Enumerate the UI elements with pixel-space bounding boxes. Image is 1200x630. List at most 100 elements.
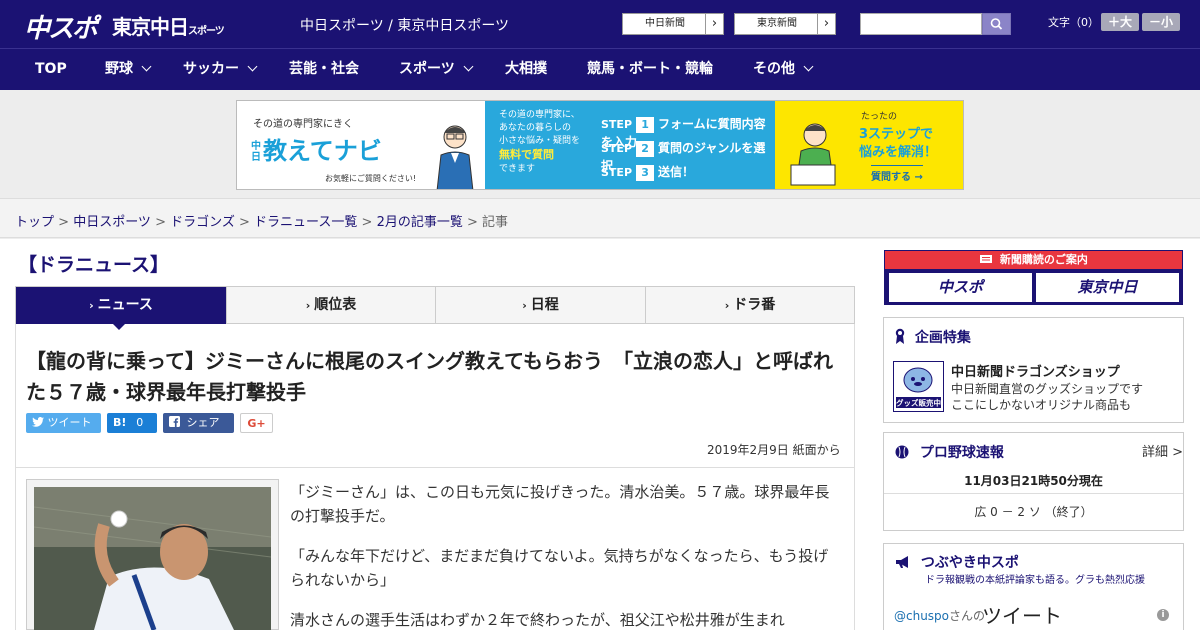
consultant-illustration bbox=[436, 125, 474, 189]
font-size-label: 文字（0） bbox=[1048, 16, 1099, 29]
divider bbox=[884, 493, 1183, 494]
nav-label: TOP bbox=[35, 61, 67, 77]
banner-note: お気軽にご質問ください! bbox=[325, 174, 417, 183]
nav-item-other[interactable]: その他 bbox=[753, 49, 814, 91]
twitter-handle[interactable]: @chuspoさんの bbox=[894, 607, 985, 624]
subscription-header-label: 新聞購読のご案内 bbox=[999, 253, 1088, 266]
banner-desc-line: 小さな悩み・疑問を bbox=[499, 136, 581, 146]
logo-sub-text: 東京中日 bbox=[112, 15, 189, 39]
nav-item-entertainment[interactable]: 芸能・社会 bbox=[289, 49, 359, 91]
nav-item-soccer[interactable]: サッカー bbox=[183, 49, 258, 91]
nav-label: スポーツ bbox=[399, 61, 455, 77]
tab-label: ドラ番 bbox=[733, 297, 776, 313]
google-plus-button[interactable]: G+ bbox=[240, 413, 273, 433]
google-plus-icon: G+ bbox=[247, 417, 266, 430]
tweets-subtitle: ドラ報観戦の本紙評論家も語る。グラも熱烈応援 bbox=[925, 575, 1145, 586]
breadcrumb-bar: トップ > 中日スポーツ > ドラゴンズ > ドラニュース一覧 > 2月の記事一… bbox=[0, 198, 1200, 238]
chevron-right-icon: › bbox=[817, 14, 835, 34]
tab-schedule[interactable]: › 日程 bbox=[436, 287, 646, 324]
ext-link-label: 中日新聞 bbox=[645, 18, 685, 29]
facebook-share-label: シェア bbox=[186, 416, 220, 429]
banner-cta[interactable]: 質問する → bbox=[871, 165, 923, 183]
twitter-icon bbox=[32, 417, 44, 427]
goods-desc-line: 中日新聞直営のグッズショップです bbox=[951, 382, 1144, 396]
logo-tokyo-chunichi[interactable]: 東京中日スポーツ bbox=[112, 11, 225, 40]
baseball-scores-title-label: プロ野球速報 bbox=[919, 445, 1004, 461]
step-number: 3 bbox=[636, 165, 655, 181]
breadcrumb-link-dranews[interactable]: ドラニュース一覧 bbox=[254, 215, 357, 230]
nav-item-sports[interactable]: スポーツ bbox=[399, 49, 474, 91]
nav-label: サッカー bbox=[183, 61, 239, 77]
chunichi-shimbun-link[interactable]: 中日新聞 › bbox=[622, 13, 724, 35]
site-name: 中日スポーツ / 東京中日スポーツ bbox=[300, 18, 510, 34]
info-icon[interactable]: i bbox=[1157, 609, 1169, 621]
baseball-icon bbox=[895, 445, 909, 459]
score-timestamp: 11月03日21時50分現在 bbox=[964, 474, 1103, 488]
breadcrumb-link-chuspo[interactable]: 中日スポーツ bbox=[73, 215, 151, 230]
dragons-shop-thumbnail[interactable]: グッズ販売中 bbox=[893, 361, 944, 412]
article-headline: 【龍の背に乗って】ジミーさんに根尾のスイング教えてもらおう 「立浪の恋人」と呼ば… bbox=[26, 349, 833, 404]
dragons-tabs: › ニュース › 順位表 › 日程 › ドラ番 bbox=[15, 286, 855, 324]
nav-item-baseball[interactable]: 野球 bbox=[105, 49, 152, 91]
breadcrumb-separator: > bbox=[234, 215, 255, 230]
newspaper-icon bbox=[980, 255, 993, 263]
banner-tagline: その道の専門家にきく bbox=[253, 119, 353, 130]
search-icon bbox=[990, 18, 1003, 30]
tweets-title: つぶやき中スポ bbox=[895, 552, 1019, 572]
ribbon-icon bbox=[895, 328, 905, 344]
active-tab-pointer bbox=[112, 323, 126, 330]
banner-right-line: 悩みを解消！ bbox=[859, 145, 938, 160]
chevron-down-icon bbox=[247, 61, 258, 72]
baseball-details-link[interactable]: 詳細 > bbox=[1142, 441, 1183, 460]
chevron-right-icon: › bbox=[705, 14, 723, 34]
feature-title-label: 企画特集 bbox=[914, 330, 971, 346]
banner-desc-line: その道の専門家に、 bbox=[499, 110, 580, 120]
font-smaller-button[interactable]: －小 bbox=[1142, 13, 1180, 31]
article-photo bbox=[34, 487, 271, 630]
section-title: 【ドラニュース】 bbox=[18, 254, 170, 276]
feature-title: 企画特集 bbox=[895, 327, 971, 347]
nav-label: 芸能・社会 bbox=[289, 61, 359, 77]
tab-reporter[interactable]: › ドラ番 bbox=[646, 287, 854, 324]
tab-standings[interactable]: › 順位表 bbox=[227, 287, 436, 324]
banner-left: その道の専門家にきく 中日教えてナビ お気軽にご質問ください! bbox=[237, 101, 485, 189]
breadcrumb-separator: > bbox=[150, 215, 171, 230]
tweet-button[interactable]: ツイート bbox=[26, 413, 101, 433]
breadcrumb-link-top[interactable]: トップ bbox=[15, 215, 54, 230]
dragons-shop-title[interactable]: 中日新聞ドラゴンズショップ bbox=[951, 361, 1120, 380]
banner-middle: その道の専門家に、 あなたの暮らしの 小さな悩み・疑問を 無料で質問 できます … bbox=[485, 101, 775, 189]
facebook-share-count: 9 bbox=[172, 436, 179, 449]
step-label: STEP bbox=[601, 142, 633, 155]
hatena-bookmark-button[interactable]: B! 0 bbox=[107, 413, 157, 433]
banner-brand-text: 教えてナビ bbox=[263, 137, 382, 165]
nav-item-sumo[interactable]: 大相撲 bbox=[505, 49, 547, 91]
ext-link-label: 東京新聞 bbox=[757, 18, 797, 29]
article-paragraph: 清水さんの選手生活はわずか２年で終わったが、祖父江や松井雅が生まれ bbox=[290, 611, 785, 629]
score-result[interactable]: 広 0 － 2 ソ （終了） bbox=[884, 503, 1183, 520]
chevron-down-icon bbox=[803, 61, 814, 72]
tokyo-shimbun-link[interactable]: 東京新聞 › bbox=[734, 13, 836, 35]
hatena-icon: B! bbox=[113, 416, 127, 429]
subscribe-chuspo-button[interactable]: 中スポ bbox=[889, 273, 1032, 302]
facebook-share-button[interactable]: シェア 9 bbox=[163, 413, 234, 449]
divider bbox=[16, 467, 854, 468]
tweet-label: ツイート bbox=[47, 416, 92, 429]
nav-item-top[interactable]: TOP bbox=[35, 49, 67, 91]
step-label: STEP bbox=[601, 166, 633, 179]
search-button[interactable] bbox=[982, 13, 1011, 35]
main-nav: TOP 野球 サッカー 芸能・社会 スポーツ 大相撲 競馬・ボート・競輪 その他 bbox=[0, 48, 1200, 90]
ad-banner-oshiete-navi[interactable]: その道の専門家にきく 中日教えてナビ お気軽にご質問ください! その道の専門家に… bbox=[236, 100, 964, 190]
font-larger-button[interactable]: ＋大 bbox=[1101, 13, 1139, 31]
subscribe-tokyo-chunichi-button[interactable]: 東京中日 bbox=[1036, 273, 1179, 302]
article-paragraph: 「みんな年下だけど、まだまだ負けてないよ。気持ちがなくなったら、もう投げられない… bbox=[290, 547, 829, 589]
subscription-header[interactable]: 新聞購読のご案内 bbox=[885, 251, 1182, 269]
banner-description: その道の専門家に、 あなたの暮らしの 小さな悩み・疑問を 無料で質問 できます bbox=[499, 109, 597, 176]
search-input[interactable] bbox=[860, 13, 982, 35]
nav-item-racing[interactable]: 競馬・ボート・競輪 bbox=[587, 49, 713, 91]
tab-news[interactable]: › ニュース bbox=[16, 287, 227, 324]
breadcrumb-link-dragons[interactable]: ドラゴンズ bbox=[170, 215, 235, 230]
step-label: STEP bbox=[601, 118, 633, 131]
breadcrumb-link-february[interactable]: 2月の記事一覧 bbox=[377, 215, 463, 230]
logo-chuspo[interactable]: 中スポ bbox=[24, 8, 98, 45]
breadcrumb: トップ > 中日スポーツ > ドラゴンズ > ドラニュース一覧 > 2月の記事一… bbox=[15, 211, 508, 230]
